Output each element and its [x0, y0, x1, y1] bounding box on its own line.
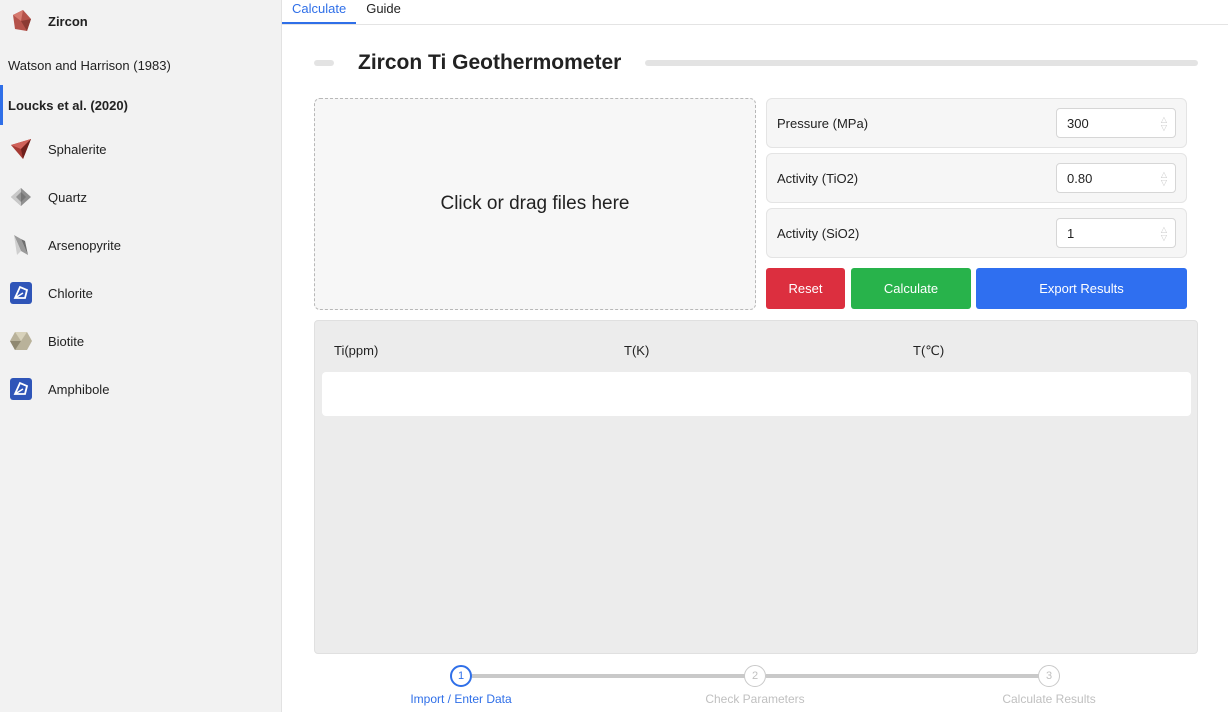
tab-bar: Calculate Guide — [282, 0, 1228, 25]
step-connector — [766, 674, 1050, 678]
activity-sio2-input-wrapper: △▽ — [1056, 218, 1176, 248]
sidebar-item-amphibole[interactable]: Amphibole — [0, 375, 281, 403]
sidebar-item-label: Sphalerite — [48, 141, 107, 157]
sidebar-item-quartz[interactable]: Quartz — [0, 183, 281, 211]
step-1-indicator[interactable]: 1 — [450, 665, 472, 687]
number-spinner-icon[interactable]: △ ▽ — [1161, 115, 1167, 131]
sidebar-item-label: Biotite — [48, 333, 85, 349]
results-table: Ti(ppm) T(K) T(℃) — [314, 320, 1198, 654]
chlorite-mineral-icon — [8, 280, 34, 306]
number-spinner-icon[interactable]: △ ▽ — [1161, 170, 1167, 186]
step-1-label: Import / Enter Data — [410, 692, 512, 706]
activity-sio2-input[interactable] — [1067, 225, 1147, 241]
step-3-indicator[interactable]: 3 — [1038, 665, 1060, 687]
sidebar-item-biotite[interactable]: Biotite — [0, 327, 281, 355]
sidebar: Zircon Watson and Harrison (1983) Loucks… — [0, 0, 282, 712]
amphibole-mineral-icon — [8, 376, 34, 402]
param-row-activity-tio2: Activity (TiO2) △▽ — [766, 153, 1187, 203]
activity-tio2-input-wrapper: △▽ — [1056, 163, 1176, 193]
sidebar-item-zircon[interactable]: Zircon — [0, 7, 281, 35]
biotite-mineral-icon — [8, 328, 34, 354]
sidebar-item-arsenopyrite[interactable]: Arsenopyrite — [0, 231, 281, 259]
dropzone-text: Click or drag files here — [440, 193, 630, 214]
sidebar-item-label: Amphibole — [48, 381, 110, 397]
page-title-bar: Zircon Ti Geothermometer — [314, 48, 1198, 78]
sidebar-item-label: Zircon — [48, 13, 88, 29]
tab-calculate[interactable]: Calculate — [282, 0, 357, 24]
activity-tio2-input[interactable] — [1067, 170, 1147, 186]
number-spinner-icon[interactable]: △ ▽ — [1161, 225, 1167, 241]
sidebar-item-label: Quartz — [48, 189, 88, 205]
sidebar-subitem-watson-harrison[interactable]: Watson and Harrison (1983) — [0, 45, 281, 85]
activity-sio2-label: Activity (SiO2) — [777, 225, 860, 241]
progress-stepper: 1 2 3 Import / Enter Data Check Paramete… — [300, 662, 1228, 712]
export-results-button[interactable]: Export Results — [976, 268, 1187, 309]
calculate-button[interactable]: Calculate — [851, 268, 971, 309]
sidebar-item-label: Chlorite — [48, 285, 93, 301]
step-2-label: Check Parameters — [705, 692, 805, 706]
sidebar-item-chlorite[interactable]: Chlorite — [0, 279, 281, 307]
zircon-mineral-icon — [8, 8, 34, 34]
step-2-indicator[interactable]: 2 — [744, 665, 766, 687]
sidebar-item-label: Arsenopyrite — [48, 237, 121, 253]
tab-guide[interactable]: Guide — [356, 0, 411, 24]
param-row-activity-sio2: Activity (SiO2) △▽ — [766, 208, 1187, 258]
activity-tio2-label: Activity (TiO2) — [777, 170, 859, 186]
pressure-label: Pressure (MPa) — [777, 115, 869, 131]
step-3-label: Calculate Results — [1002, 692, 1096, 706]
file-dropzone[interactable]: Click or drag files here — [314, 98, 756, 310]
reset-button[interactable]: Reset — [766, 268, 845, 309]
pressure-input[interactable] — [1067, 115, 1147, 131]
title-divider-left — [314, 60, 334, 66]
quartz-mineral-icon — [8, 184, 34, 210]
pressure-input-wrapper: △▽ — [1056, 108, 1176, 138]
page-title: Zircon Ti Geothermometer — [358, 51, 622, 74]
table-row — [322, 372, 1191, 416]
title-divider-right — [645, 60, 1198, 66]
column-header-t-c: T(℃) — [913, 343, 945, 358]
column-header-ti-ppm: Ti(ppm) — [334, 343, 379, 358]
table-header: Ti(ppm) T(K) T(℃) — [315, 321, 1197, 373]
sidebar-subitem-loucks[interactable]: Loucks et al. (2020) — [0, 85, 281, 125]
arsenopyrite-mineral-icon — [8, 232, 34, 258]
column-header-t-k: T(K) — [624, 343, 650, 358]
step-connector — [472, 674, 756, 678]
sidebar-item-sphalerite[interactable]: Sphalerite — [0, 135, 281, 163]
sphalerite-mineral-icon — [8, 136, 34, 162]
param-row-pressure: Pressure (MPa) △▽ — [766, 98, 1187, 148]
